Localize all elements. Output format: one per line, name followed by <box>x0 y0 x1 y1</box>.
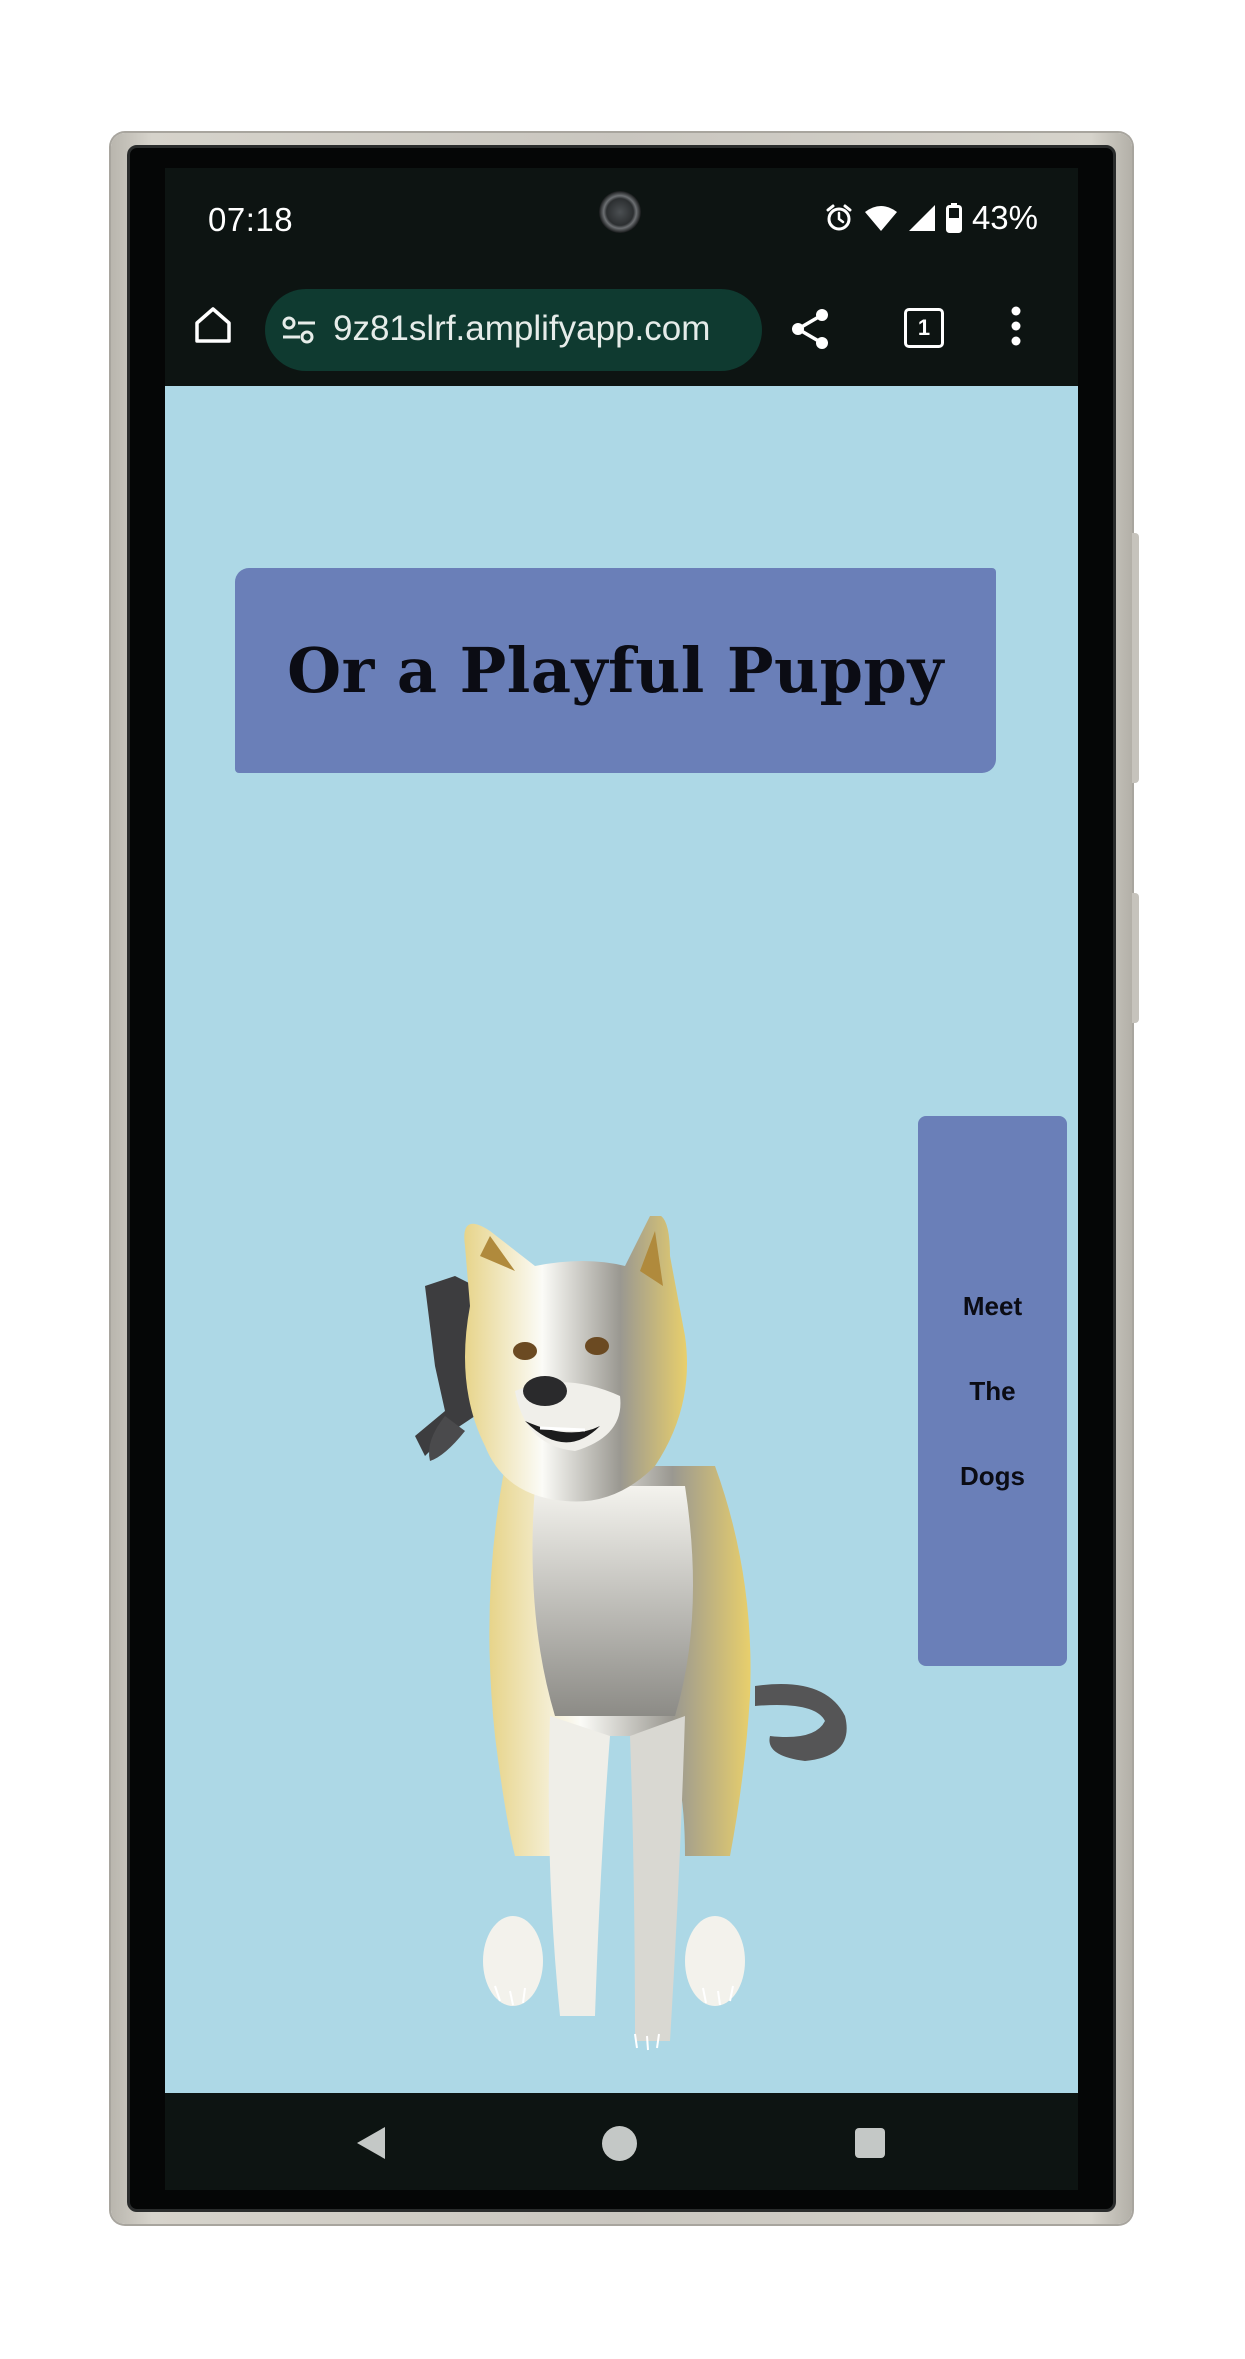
wifi-icon <box>864 204 898 232</box>
signal-icon <box>908 204 936 232</box>
side-card-line: The <box>969 1376 1016 1406</box>
page-title: Or a Playful Puppy <box>287 634 944 707</box>
alarm-icon <box>824 203 854 233</box>
browser-toolbar: 9z81slrf.amplifyapp.com 1 <box>165 273 1078 388</box>
tune-icon[interactable] <box>281 315 317 350</box>
back-icon[interactable] <box>355 2125 387 2166</box>
battery-percent: 43% <box>971 199 1038 236</box>
phone-screen: 07:18 43% 9z81slrf.amplifyapp.com 1 Or a… <box>165 168 1078 2190</box>
front-camera <box>599 191 641 233</box>
dog-3d-model[interactable] <box>385 1216 885 2086</box>
battery-icon <box>945 203 962 233</box>
status-time: 07:18 <box>208 201 294 238</box>
status-icons: 43% <box>824 199 1038 237</box>
home-circle-icon[interactable] <box>602 2126 637 2161</box>
url-text: 9z81slrf.amplifyapp.com <box>333 309 711 348</box>
more-vert-icon[interactable] <box>1009 306 1023 351</box>
meet-the-dogs-button[interactable]: Meet The Dogs <box>918 1116 1067 1666</box>
tabs-icon[interactable]: 1 <box>904 308 944 348</box>
side-card-line: Dogs <box>960 1461 1025 1491</box>
system-nav-bar <box>165 2093 1078 2190</box>
recents-icon[interactable] <box>855 2128 885 2158</box>
share-icon[interactable] <box>788 307 832 356</box>
heading-banner: Or a Playful Puppy <box>235 568 996 773</box>
power-button <box>1132 893 1139 1023</box>
status-bar: 07:18 43% <box>165 168 1078 273</box>
web-page: Or a Playful Puppy Meet The Dogs <box>165 386 1078 2093</box>
home-icon[interactable] <box>191 303 241 353</box>
side-card-line: Meet <box>962 1291 1023 1321</box>
url-bar[interactable]: 9z81slrf.amplifyapp.com <box>265 289 762 371</box>
volume-button <box>1132 533 1139 783</box>
